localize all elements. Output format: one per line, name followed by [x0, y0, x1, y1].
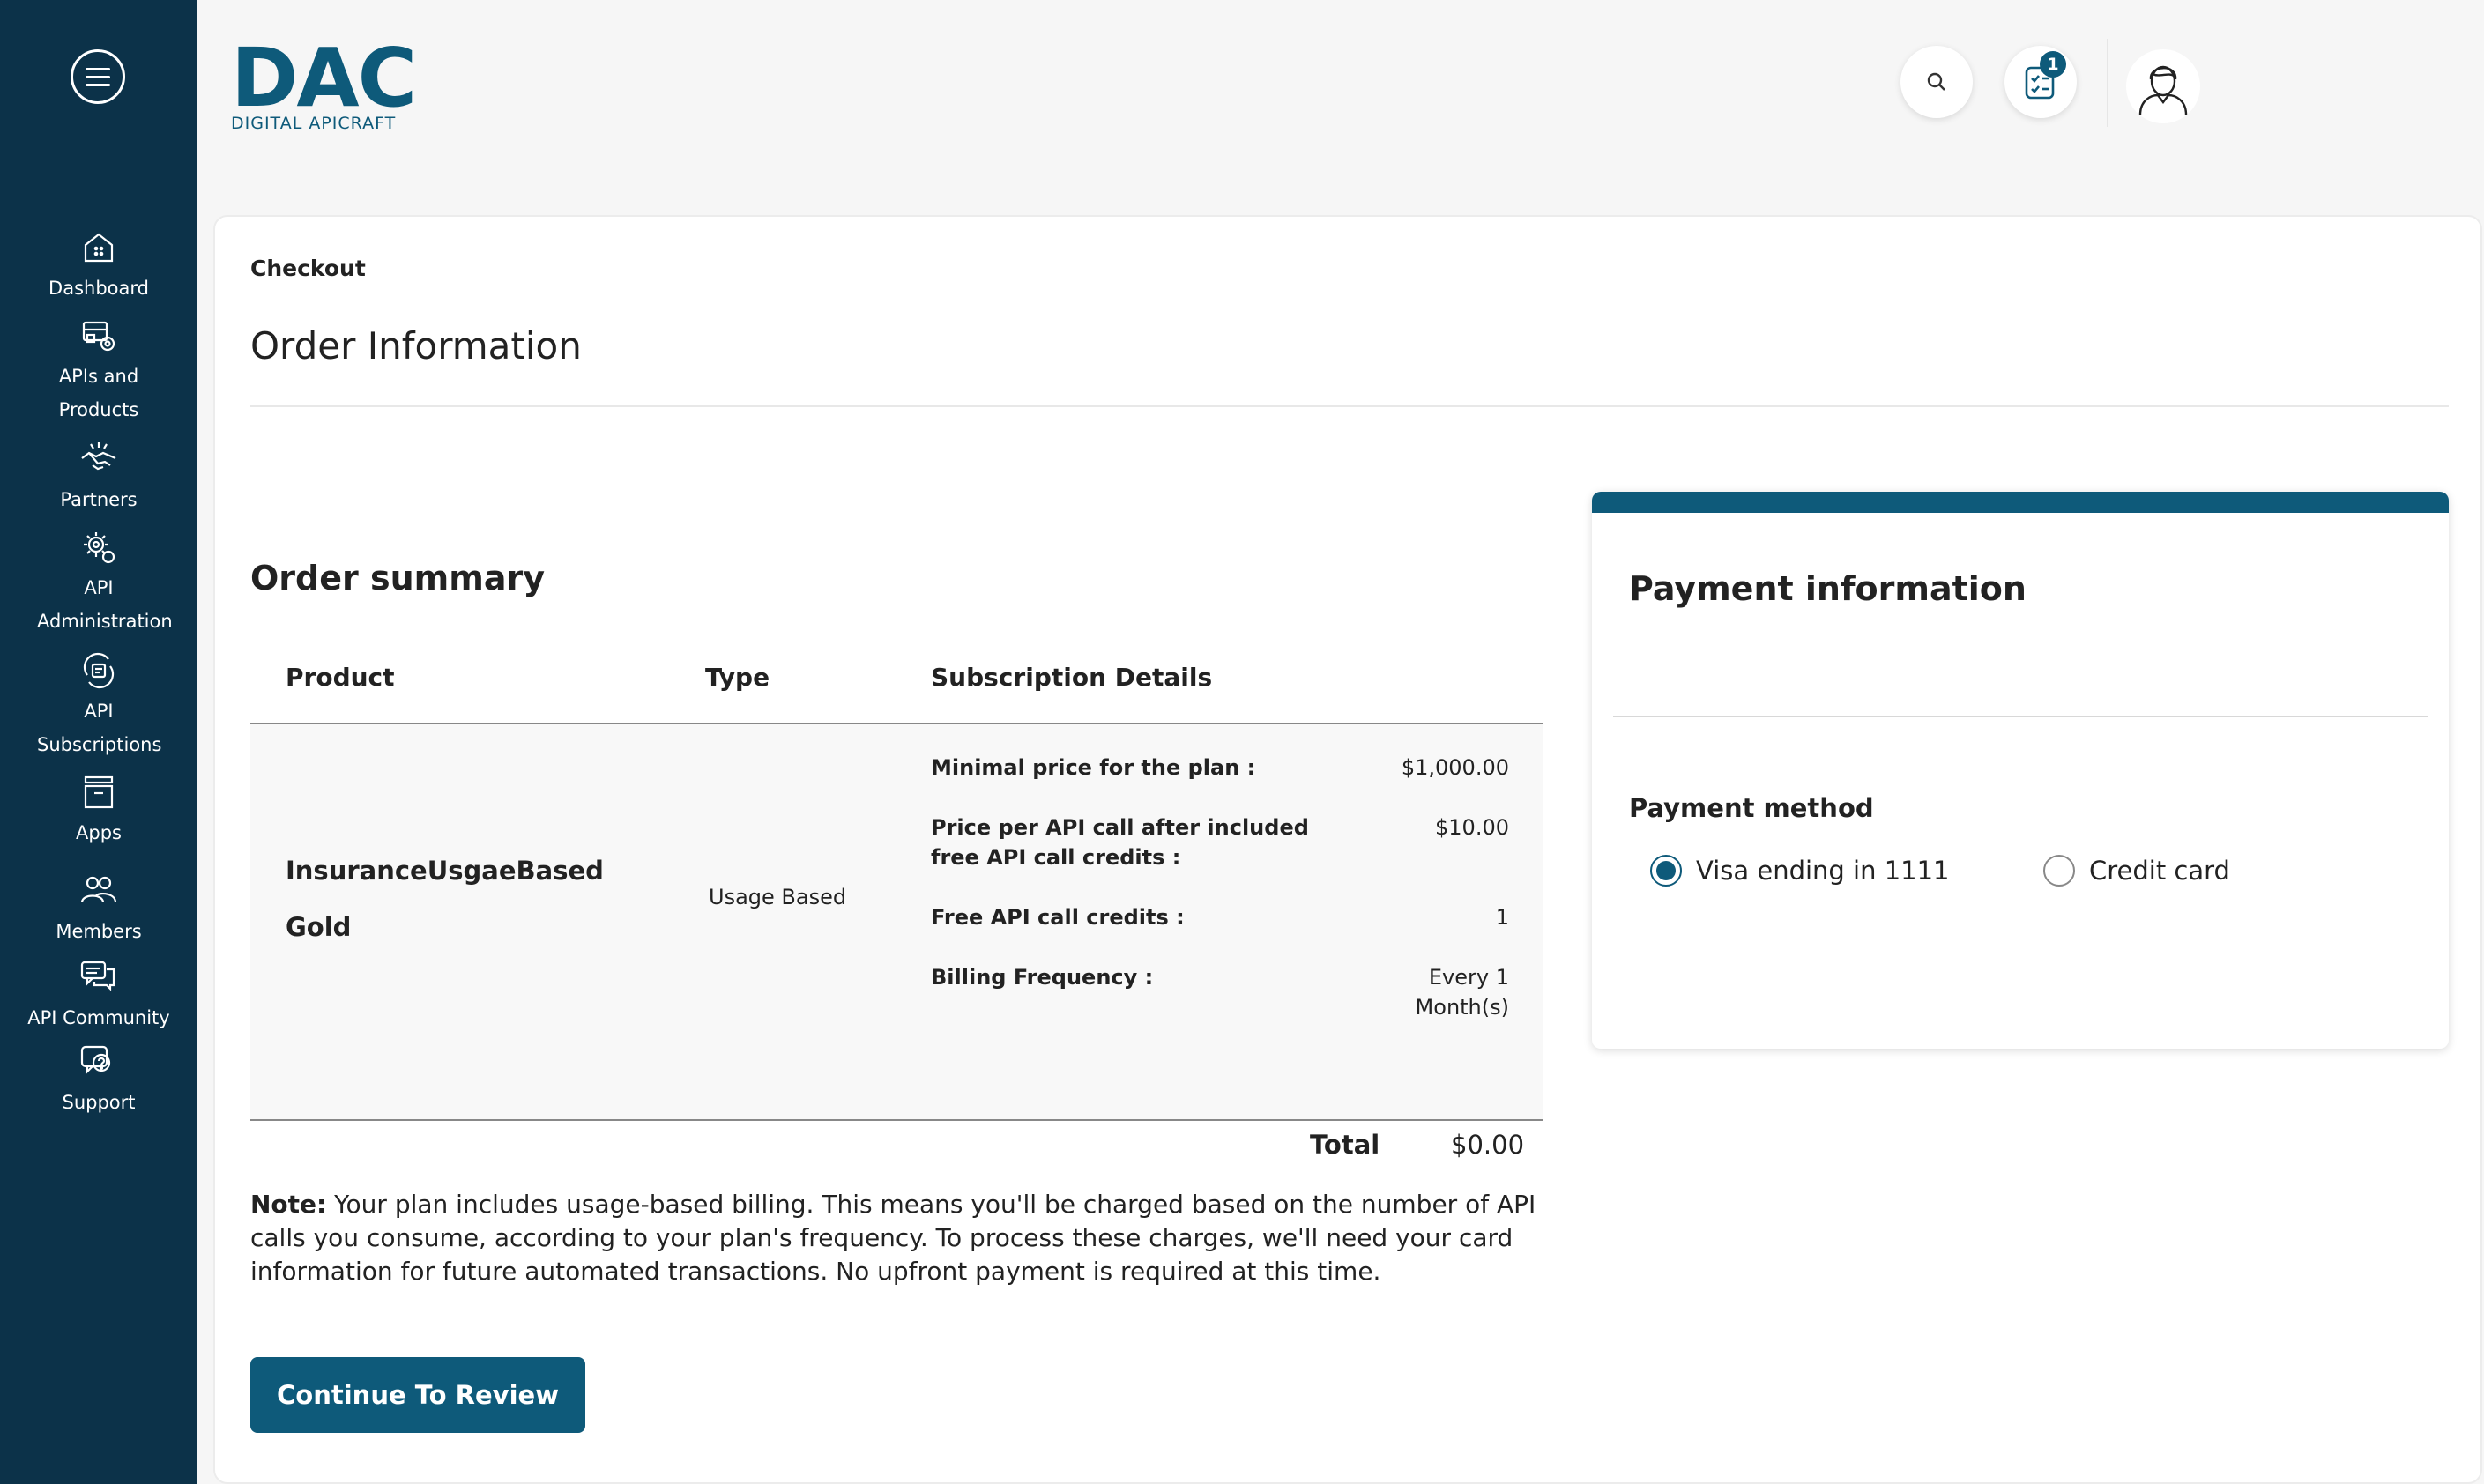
home-icon [84, 233, 114, 263]
sidebar-item-apps[interactable]: Apps [0, 772, 197, 850]
detail-label-free-credits: Free API call credits : [931, 905, 1185, 930]
gear-icon [84, 532, 115, 564]
sidebar: Dashboard APIs and Products Partners API… [0, 0, 197, 1484]
header-divider [2107, 39, 2108, 127]
continue-to-review-button[interactable]: Continue To Review [250, 1357, 585, 1433]
sidebar-item-label: API Administration [37, 577, 173, 632]
page-title: Order Information [250, 324, 582, 367]
menu-toggle-button[interactable] [71, 49, 125, 104]
chat-icon [80, 961, 115, 991]
total-label: Total [1310, 1130, 1380, 1160]
panel-accent-bar [1592, 492, 2449, 513]
user-avatar-button[interactable] [2126, 49, 2200, 123]
column-header-type: Type [705, 663, 770, 692]
radio-visa[interactable] [1650, 855, 1682, 887]
breadcrumb[interactable]: Checkout [250, 256, 366, 281]
payment-method-label: Payment method [1629, 793, 1874, 823]
detail-label-billing-frequency: Billing Frequency : [931, 965, 1154, 990]
detail-label-price-per-call: Price per API call after included free A… [931, 815, 1309, 870]
handshake-icon [81, 442, 116, 471]
payment-option-credit-card[interactable]: Credit card [2043, 855, 2230, 887]
table-row: InsuranceUsgaeBased Gold Usage Based Min… [250, 723, 1543, 1121]
note-prefix: Note: [250, 1190, 327, 1219]
payment-information-panel: Payment information Payment method Visa … [1592, 492, 2449, 1049]
dac-logo[interactable]: DAC DIGITAL APICRAFT [231, 38, 417, 133]
people-icon [80, 876, 117, 903]
detail-value-minimal-price: $1,000.00 [1401, 755, 1509, 780]
total-value: $0.00 [1451, 1130, 1525, 1160]
payment-option-label: Visa ending in 1111 [1696, 856, 1950, 886]
detail-value-free-credits: 1 [1495, 905, 1509, 930]
payment-information-title: Payment information [1629, 569, 2027, 608]
sidebar-item-label: APIs and Products [58, 366, 139, 420]
search-button[interactable] [1900, 46, 1973, 118]
avatar-icon [2138, 65, 2188, 115]
search-icon [1927, 72, 1945, 91]
support-icon [80, 1045, 111, 1074]
payment-option-label: Credit card [2089, 856, 2230, 886]
sidebar-item-support[interactable]: Support [0, 1042, 197, 1119]
sidebar-item-label: API Community [27, 1007, 170, 1028]
sidebar-item-dashboard[interactable]: Dashboard [0, 227, 197, 305]
box-icon [84, 775, 114, 809]
column-header-product: Product [286, 663, 395, 692]
column-header-subscription-details: Subscription Details [931, 663, 1213, 692]
sidebar-item-label: API Subscriptions [37, 701, 162, 755]
sidebar-item-label: Support [62, 1092, 136, 1113]
order-summary-title: Order summary [250, 559, 546, 597]
sidebar-item-api-subscriptions[interactable]: API Subscriptions [0, 650, 197, 761]
sidebar-item-label: Members [56, 921, 142, 942]
detail-label-minimal-price: Minimal price for the plan : [931, 755, 1256, 780]
sidebar-item-apis-products[interactable]: APIs and Products [0, 315, 197, 427]
tasks-button[interactable]: 1 [2004, 46, 2077, 118]
note-text: Your plan includes usage-based billing. … [250, 1190, 1536, 1286]
detail-value-billing-frequency: Every 1 Month(s) [1415, 965, 1509, 1020]
subscription-icon [83, 652, 115, 689]
sidebar-item-api-community[interactable]: API Community [0, 957, 197, 1035]
sidebar-item-members[interactable]: Members [0, 871, 197, 948]
payment-option-visa[interactable]: Visa ending in 1111 [1650, 855, 1950, 887]
product-type: Usage Based [709, 885, 847, 909]
product-name: InsuranceUsgaeBased Gold [286, 856, 604, 942]
sidebar-item-label: Apps [76, 822, 122, 843]
sidebar-item-partners[interactable]: Partners [0, 439, 197, 516]
notification-badge: 1 [2040, 51, 2066, 78]
api-products-icon [82, 321, 115, 352]
sidebar-item-api-administration[interactable]: API Administration [0, 527, 197, 638]
sidebar-item-label: Partners [60, 489, 138, 510]
payment-divider [1613, 716, 2428, 717]
billing-note: Note: Your plan includes usage-based bil… [250, 1188, 1546, 1288]
checkout-card: Checkout Order Information Order summary… [213, 215, 2482, 1484]
sidebar-item-label: Dashboard [48, 278, 149, 299]
title-divider [250, 405, 2449, 407]
detail-value-price-per-call: $10.00 [1435, 815, 1509, 840]
radio-credit-card[interactable] [2043, 855, 2075, 887]
